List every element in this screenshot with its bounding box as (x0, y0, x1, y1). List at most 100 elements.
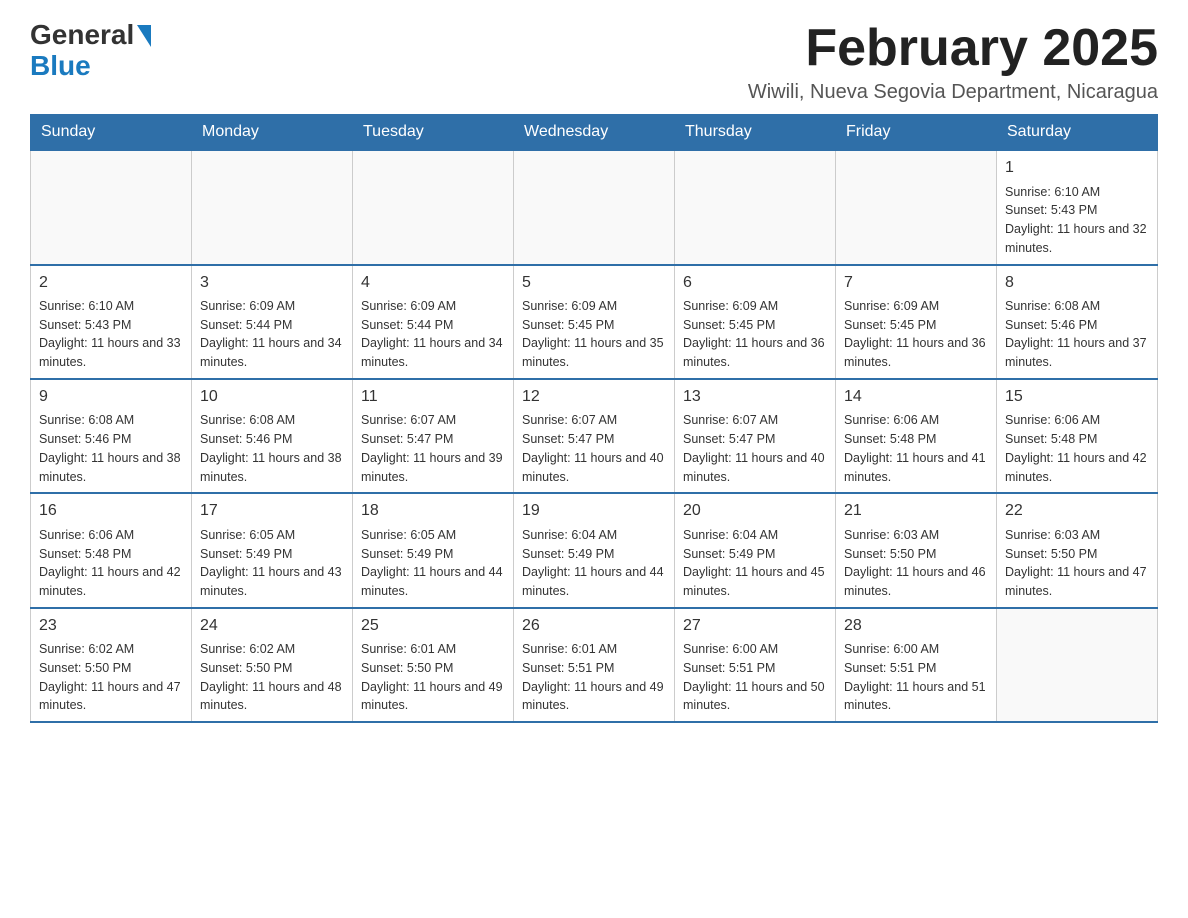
day-number: 25 (361, 615, 505, 637)
calendar-cell (997, 608, 1158, 722)
day-info: Daylight: 11 hours and 39 minutes. (361, 449, 505, 487)
day-info: Sunrise: 6:05 AM (200, 526, 344, 545)
calendar-cell: 8Sunrise: 6:08 AMSunset: 5:46 PMDaylight… (997, 265, 1158, 379)
calendar-cell: 25Sunrise: 6:01 AMSunset: 5:50 PMDayligh… (353, 608, 514, 722)
calendar-header-wednesday: Wednesday (514, 115, 675, 151)
day-number: 26 (522, 615, 666, 637)
day-info: Daylight: 11 hours and 34 minutes. (361, 334, 505, 372)
day-info: Sunset: 5:50 PM (200, 659, 344, 678)
day-info: Daylight: 11 hours and 34 minutes. (200, 334, 344, 372)
day-info: Sunrise: 6:00 AM (844, 640, 988, 659)
calendar-cell: 4Sunrise: 6:09 AMSunset: 5:44 PMDaylight… (353, 265, 514, 379)
calendar-cell (675, 150, 836, 264)
calendar-cell (353, 150, 514, 264)
day-info: Daylight: 11 hours and 36 minutes. (844, 334, 988, 372)
day-info: Sunrise: 6:09 AM (844, 297, 988, 316)
day-info: Sunset: 5:49 PM (361, 545, 505, 564)
day-number: 18 (361, 500, 505, 522)
calendar-cell (31, 150, 192, 264)
calendar-header-row: SundayMondayTuesdayWednesdayThursdayFrid… (31, 115, 1158, 151)
day-info: Sunset: 5:51 PM (683, 659, 827, 678)
day-info: Sunrise: 6:05 AM (361, 526, 505, 545)
calendar-cell: 19Sunrise: 6:04 AMSunset: 5:49 PMDayligh… (514, 493, 675, 607)
day-number: 19 (522, 500, 666, 522)
day-info: Sunrise: 6:09 AM (683, 297, 827, 316)
day-info: Daylight: 11 hours and 45 minutes. (683, 563, 827, 601)
day-number: 15 (1005, 386, 1149, 408)
calendar-cell (192, 150, 353, 264)
calendar-cell: 14 Sunrise: 6:06 AMSunset: 5:48 PMDayligh… (836, 379, 997, 493)
day-info: Daylight: 11 hours and 37 minutes. (1005, 334, 1149, 372)
day-info: Daylight: 11 hours and 48 minutes. (200, 678, 344, 716)
calendar-cell: 27Sunrise: 6:00 AMSunset: 5:51 PMDayligh… (675, 608, 836, 722)
calendar-cell (514, 150, 675, 264)
day-info: Sunset: 5:50 PM (1005, 545, 1149, 564)
day-info: Sunset: 5:47 PM (361, 430, 505, 449)
day-number: 16 (39, 500, 183, 522)
day-info: Sunrise: 6:09 AM (200, 297, 344, 316)
day-info: Daylight: 11 hours and 33 minutes. (39, 334, 183, 372)
day-info: Sunrise: 6:00 AM (683, 640, 827, 659)
day-info: Sunset: 5:50 PM (39, 659, 183, 678)
day-info: Sunrise: 6:03 AM (1005, 526, 1149, 545)
calendar-week-row: 16Sunrise: 6:06 AMSunset: 5:48 PMDayligh… (31, 493, 1158, 607)
day-number: 7 (844, 272, 988, 294)
day-number: 6 (683, 272, 827, 294)
day-info: Sunset: 5:51 PM (844, 659, 988, 678)
day-info: Sunrise: 6:10 AM (1005, 183, 1149, 202)
day-number: 8 (1005, 272, 1149, 294)
calendar-header-tuesday: Tuesday (353, 115, 514, 151)
day-info: Sunset: 5:48 PM (844, 430, 988, 449)
day-info: Daylight: 11 hours and 51 minutes. (844, 678, 988, 716)
day-info: Sunset: 5:43 PM (39, 316, 183, 335)
day-info: Sunrise: 6:06 AM (1005, 411, 1149, 430)
day-number: 23 (39, 615, 183, 637)
day-info: Sunrise: 6:04 AM (522, 526, 666, 545)
calendar-cell: 12Sunrise: 6:07 AMSunset: 5:47 PMDayligh… (514, 379, 675, 493)
day-info: Sunrise: 6:07 AM (361, 411, 505, 430)
day-info: Sunrise: 6:02 AM (200, 640, 344, 659)
day-info: Sunset: 5:46 PM (1005, 316, 1149, 335)
logo-general: General (30, 20, 134, 51)
calendar-cell: 1Sunrise: 6:10 AMSunset: 5:43 PMDaylight… (997, 150, 1158, 264)
day-info: Daylight: 11 hours and 49 minutes. (522, 678, 666, 716)
day-info: Daylight: 11 hours and 32 minutes. (1005, 220, 1149, 258)
calendar-week-row: 9Sunrise: 6:08 AMSunset: 5:46 PMDaylight… (31, 379, 1158, 493)
calendar-cell: 2Sunrise: 6:10 AMSunset: 5:43 PMDaylight… (31, 265, 192, 379)
day-number: 14 (844, 386, 988, 408)
day-info: Daylight: 11 hours and 41 minutes. (844, 449, 988, 487)
day-info: Sunrise: 6:01 AM (361, 640, 505, 659)
day-info: Daylight: 11 hours and 44 minutes. (522, 563, 666, 601)
day-info: Sunset: 5:49 PM (683, 545, 827, 564)
calendar-cell: 3Sunrise: 6:09 AMSunset: 5:44 PMDaylight… (192, 265, 353, 379)
day-number: 21 (844, 500, 988, 522)
day-info: Daylight: 11 hours and 46 minutes. (844, 563, 988, 601)
day-info: Daylight: 11 hours and 47 minutes. (1005, 563, 1149, 601)
day-info: Sunset: 5:43 PM (1005, 201, 1149, 220)
calendar-header-saturday: Saturday (997, 115, 1158, 151)
calendar-header-sunday: Sunday (31, 115, 192, 151)
calendar-cell: 17Sunrise: 6:05 AMSunset: 5:49 PMDayligh… (192, 493, 353, 607)
day-info: Sunset: 5:47 PM (522, 430, 666, 449)
logo: General Blue (30, 20, 151, 82)
calendar-week-row: 2Sunrise: 6:10 AMSunset: 5:43 PMDaylight… (31, 265, 1158, 379)
day-number: 20 (683, 500, 827, 522)
day-info: Sunset: 5:45 PM (844, 316, 988, 335)
day-info: Sunset: 5:50 PM (844, 545, 988, 564)
day-info: Daylight: 11 hours and 43 minutes. (200, 563, 344, 601)
day-info: Sunset: 5:44 PM (200, 316, 344, 335)
day-info: Sunrise: 6:07 AM (522, 411, 666, 430)
calendar-cell: 11Sunrise: 6:07 AMSunset: 5:47 PMDayligh… (353, 379, 514, 493)
day-info: Sunrise: 6:04 AM (683, 526, 827, 545)
day-info: Sunrise: 6:07 AM (683, 411, 827, 430)
day-info: Daylight: 11 hours and 36 minutes. (683, 334, 827, 372)
day-number: 24 (200, 615, 344, 637)
day-info: Sunrise: 6:01 AM (522, 640, 666, 659)
month-title: February 2025 (748, 20, 1158, 77)
logo-blue: Blue (30, 51, 134, 82)
day-info: Sunset: 5:50 PM (361, 659, 505, 678)
day-info: Sunrise: 6:06 AM (844, 411, 988, 430)
calendar-cell: 28Sunrise: 6:00 AMSunset: 5:51 PMDayligh… (836, 608, 997, 722)
day-info: Sunrise: 6:06 AM (39, 526, 183, 545)
day-info: Daylight: 11 hours and 47 minutes. (39, 678, 183, 716)
